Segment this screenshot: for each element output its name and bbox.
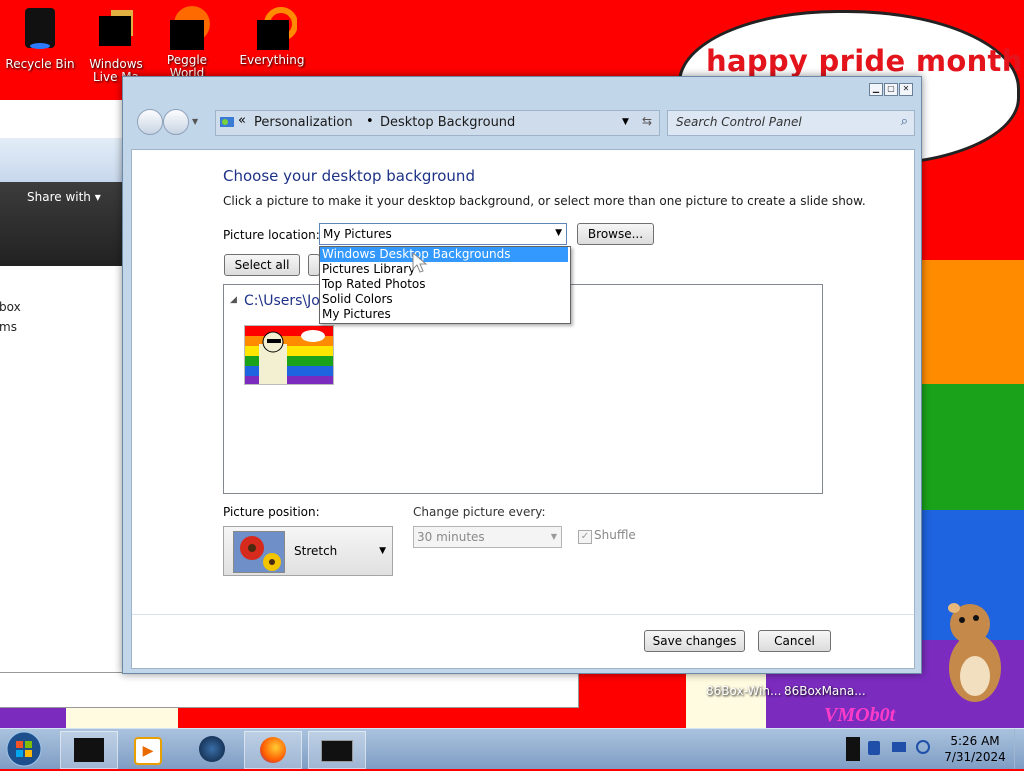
taskbar-item-personalization[interactable] [308,731,366,769]
wallpaper-thumbnail[interactable] [244,325,334,385]
nav-item[interactable]: ms [0,320,17,334]
taskbar: ▶ 5:26 AM 7/31/2024 [0,728,1024,769]
recycle-bin-icon [21,6,59,49]
monitor-tray-icon[interactable] [892,742,906,752]
collapse-group-icon[interactable]: ◢ [230,295,237,305]
picture-position-select[interactable]: Stretch ▼ [223,526,393,576]
picture-location-dropdown: Windows Desktop Backgrounds Pictures Lib… [319,246,571,324]
breadcrumb-personalization[interactable]: Personalization [254,115,353,130]
forward-button[interactable] [163,109,189,135]
navigation-bar: ▼ « Personalization • Desktop Background… [135,105,915,143]
group-header-path[interactable]: C:\Users\Jo [244,293,320,309]
close-button[interactable]: ✕ [899,83,913,96]
bubble-text: happy pride month [706,44,1023,78]
search-placeholder: Search Control Panel [676,115,802,129]
caption-buttons: ▁ ▢ ✕ [869,83,913,96]
recent-pages-icon[interactable]: ▼ [192,117,198,126]
desktop-icon-86box-win[interactable]: 86Box-Win... [706,684,781,698]
breadcrumb-separator-icon[interactable]: • [366,114,374,129]
chevron-down-icon: ▼ [550,532,557,541]
select-all-button[interactable]: Select all [224,254,300,276]
picture-position-label: Picture position: [223,505,320,519]
search-icon[interactable]: ⌕ [901,114,908,129]
breadcrumb-desktop-background[interactable]: Desktop Background [380,115,515,130]
shuffle-label: Shuffle [594,528,636,542]
globe-icon [199,736,225,762]
browse-button[interactable]: Browse... [577,223,654,245]
dropdown-option[interactable]: Windows Desktop Backgrounds [320,247,568,262]
clock[interactable]: 5:26 AM 7/31/2024 [942,733,1008,765]
clock-date: 7/31/2024 [944,750,1006,764]
display-icon [321,740,353,762]
watermark-text: VMOb0t [824,704,896,726]
windows-live-icon [97,6,135,46]
desktop-icon-everything[interactable]: Everything [236,6,308,67]
desktop-icon-windows-live[interactable]: Windows Live Ma [80,6,152,84]
search-box[interactable]: Search Control Panel ⌕ [667,110,915,136]
shuffle-checkbox[interactable]: ✓ [578,530,592,544]
picture-location-label: Picture location: [223,228,320,242]
share-with-label: Share with [27,190,91,204]
desktop-icon-peggle[interactable]: Peggle World [151,6,223,80]
chevron-down-icon: ▼ [555,228,562,238]
dropdown-option[interactable]: Solid Colors [322,292,393,307]
everything-icon [253,6,298,50]
network-tray-icon[interactable] [868,741,880,755]
taskbar-item-firefox[interactable] [244,731,302,769]
change-every-value: 30 minutes [417,530,485,544]
show-hidden-icons-button[interactable] [846,737,860,761]
86box-icon [74,738,104,762]
desktop-icon-label: Recycle Bin [5,57,75,71]
taskbar-item-media-player[interactable]: ▶ [120,731,176,767]
flower-preview-icon [233,531,285,573]
hamster-image [940,598,1010,711]
refresh-icon[interactable]: ⇆ [642,114,652,128]
background-explorer-window: Share with ▾ box ms [0,100,579,708]
dropdown-option[interactable]: My Pictures [322,307,391,322]
breadcrumb-overflow-icon[interactable]: « [238,113,246,128]
taskbar-item-86box[interactable] [60,731,118,769]
nav-item[interactable]: box [0,300,21,314]
taskbar-item-network[interactable] [184,731,240,767]
control-panel-icon [219,114,235,130]
share-with-menu[interactable]: Share with ▾ [27,190,101,204]
start-button[interactable] [4,730,44,768]
change-every-label: Change picture every: [413,505,546,519]
media-player-icon: ▶ [134,737,162,765]
instructions-text: Click a picture to make it your desktop … [223,194,866,208]
picture-location-value: My Pictures [323,227,392,241]
address-dropdown-icon[interactable]: ▼ [622,117,629,127]
picture-position-value: Stretch [294,544,338,558]
cancel-button[interactable]: Cancel [758,630,831,652]
content-area: Choose your desktop background Click a p… [131,149,915,669]
chevron-down-icon: ▼ [379,546,386,556]
picture-location-select[interactable]: My Pictures ▼ [319,223,567,245]
change-every-select[interactable]: 30 minutes ▼ [413,526,562,548]
desktop-background-window: ▁ ▢ ✕ ▼ « Personalization • Desktop Back… [122,76,922,674]
firefox-icon [260,737,286,763]
minimize-button[interactable]: ▁ [869,83,883,96]
volume-tray-icon[interactable] [916,740,930,754]
mouse-cursor-icon [412,251,428,277]
save-changes-button[interactable]: Save changes [644,630,745,652]
desktop-icon-label: 86BoxMana... [784,684,866,698]
show-desktop-button[interactable] [1014,729,1024,769]
page-title: Choose your desktop background [223,167,475,185]
clock-time: 5:26 AM [950,734,1000,748]
desktop-icon-label: 86Box-Win... [706,684,782,698]
maximize-button[interactable]: ▢ [884,83,898,96]
back-button[interactable] [137,109,163,135]
address-bar[interactable]: « Personalization • Desktop Background ▼… [215,110,660,136]
desktop-icon-86box-manager[interactable]: 86BoxMana... [784,684,866,698]
desktop-icon-label: Everything [239,53,305,67]
peggle-icon [168,6,210,50]
desktop-icon-recycle-bin[interactable]: Recycle Bin [4,6,76,71]
dropdown-option[interactable]: Pictures Library [322,262,415,277]
dropdown-option[interactable]: Top Rated Photos [322,277,426,292]
